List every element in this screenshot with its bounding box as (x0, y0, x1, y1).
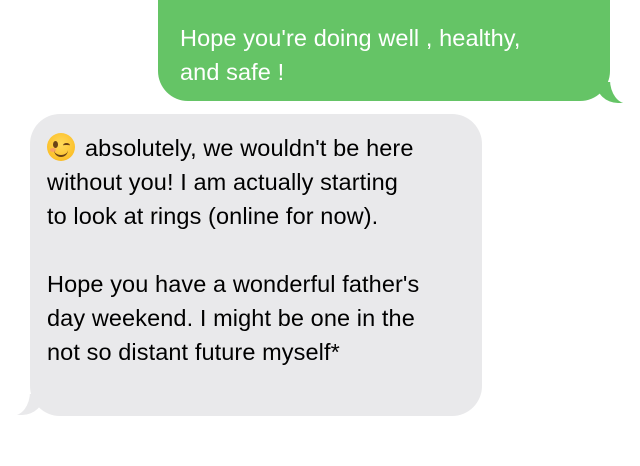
received-message-text: absolutely, we wouldn't be here (85, 135, 414, 161)
message-thread: Hope you're doing well , healthy, and sa… (0, 0, 640, 466)
received-message-bubble[interactable]: absolutely, we wouldn't be here without … (30, 114, 482, 416)
received-message-line: Hope you have a wonderful father's (47, 271, 420, 297)
sent-message-bubble[interactable]: Hope you're doing well , healthy, and sa… (158, 0, 610, 101)
sent-message-line: and safe ! (180, 59, 285, 85)
received-message-line: day weekend. I might be one in the (47, 305, 415, 331)
received-message-line: to look at rings (online for now). (47, 203, 379, 229)
received-message-line: not so distant future myself* (47, 339, 340, 365)
winking-face-emoji-icon (47, 133, 75, 161)
received-message-line: absolutely, we wouldn't be here (47, 131, 468, 165)
sent-message-line: Hope you're doing well , healthy, (180, 25, 521, 51)
received-message-line: without you! I am actually starting (47, 169, 398, 195)
